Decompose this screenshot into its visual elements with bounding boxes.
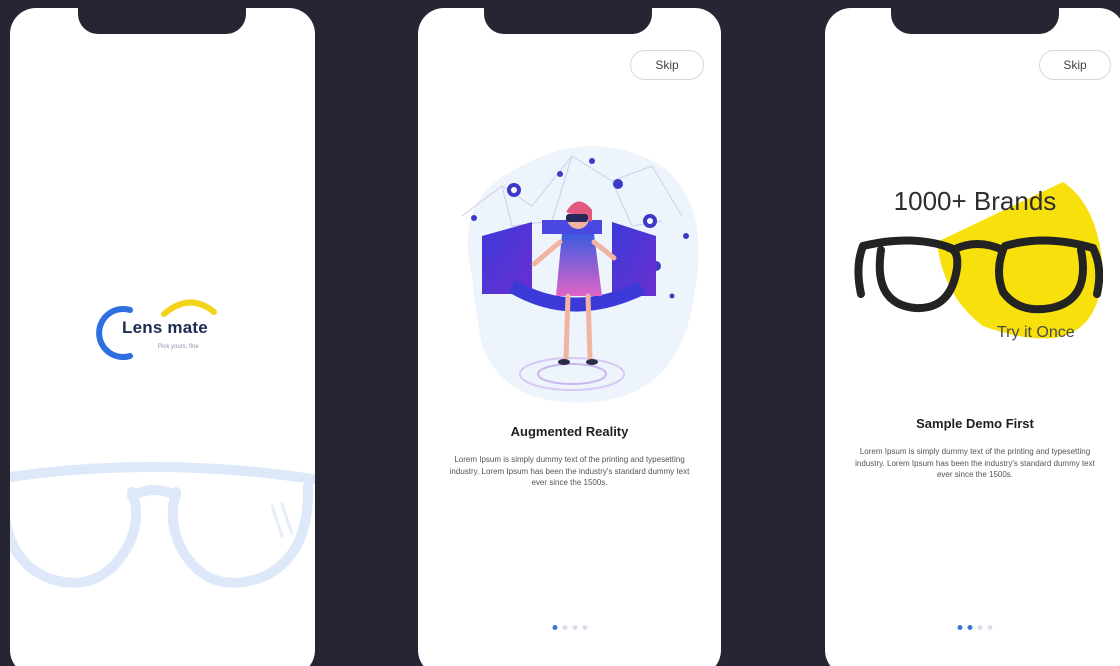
page-dot <box>987 625 993 630</box>
background-glasses-icon <box>10 462 315 588</box>
page-dot-active <box>967 625 973 630</box>
page-dot-active <box>957 625 963 630</box>
brands-headline: 1000+ Brands <box>893 186 1057 216</box>
page-dot-active <box>552 625 557 630</box>
page-dot <box>582 625 587 630</box>
phone-notch <box>891 8 1059 34</box>
slide-title: Augmented Reality <box>510 424 629 439</box>
slide-title: Sample Demo First <box>916 416 1034 431</box>
page-dot <box>572 625 577 630</box>
phone-notch <box>78 8 246 34</box>
onboarding-screen-demo: Skip 1000+ Brands Try it Once Sample Dem… <box>825 8 1120 666</box>
slide-description: Lorem Ipsum is simply dummy text of the … <box>449 455 690 487</box>
skip-button[interactable]: Skip <box>1039 50 1111 80</box>
page-dot <box>562 625 567 630</box>
splash-screen: Lens mate Pick yours, fine <box>10 8 315 666</box>
try-it-once-text: Try it Once <box>997 324 1075 341</box>
page-indicator <box>552 625 587 630</box>
logo-name: Lens mate <box>122 318 208 337</box>
skip-button[interactable]: Skip <box>630 50 704 80</box>
page-dot <box>977 625 983 630</box>
vr-woman-illustration-icon <box>461 146 699 403</box>
phone-notch <box>484 8 652 34</box>
onboarding-showcase: Lens mate Pick yours, fine Skip Augmente… <box>0 0 1120 666</box>
logo-tagline: Pick yours, fine <box>158 344 199 350</box>
slide-description: Lorem Ipsum is simply dummy text of the … <box>855 447 1095 479</box>
page-indicator <box>957 625 993 630</box>
lens-mate-logo: Lens mate Pick yours, fine <box>92 288 242 368</box>
onboarding-screen-ar: Skip Augmented Reality Lorem Ipsum is si… <box>418 8 721 666</box>
